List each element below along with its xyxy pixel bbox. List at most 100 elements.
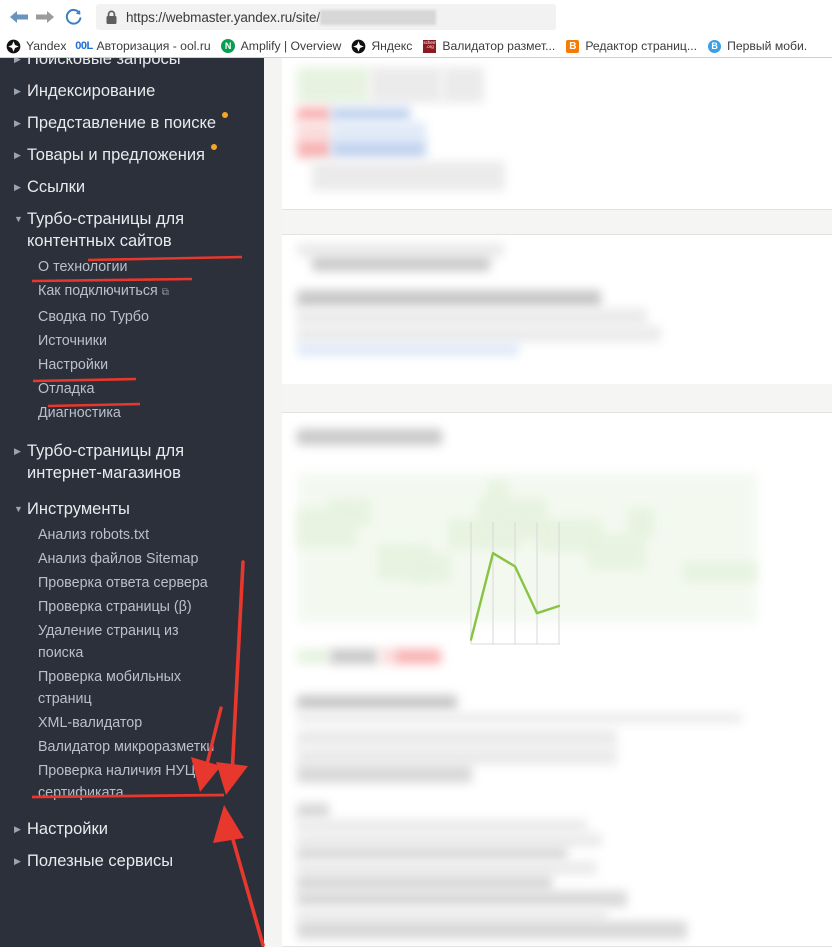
status-badge: [210, 144, 217, 150]
sidebar-item-robots-analysis[interactable]: Анализ robots.txt: [38, 524, 264, 546]
sidebar-item-turbo-summary[interactable]: Сводка по Турбо: [38, 306, 264, 328]
status-badge: [222, 112, 229, 118]
chart-backdrop: [627, 508, 655, 538]
sidebar-item-label: Валидатор микроразметки: [38, 739, 215, 755]
redacted-block: [297, 729, 617, 747]
redacted-block: [297, 861, 597, 875]
bookmark-schema-validator[interactable]: schema.org Валидатор размет...: [418, 35, 559, 57]
sidebar-subitems-tools: Анализ robots.txt Анализ файлов Sitemap …: [0, 524, 264, 804]
back-button[interactable]: [6, 4, 32, 30]
content-card: [282, 58, 832, 210]
sidebar-item-server-response-check[interactable]: Проверка ответа сервера: [38, 572, 264, 594]
schema-org-icon: schema.org: [422, 39, 437, 54]
bookmark-label: Авторизация - ool.ru: [96, 39, 211, 53]
sidebar-item-label: О технологии: [38, 259, 128, 275]
redacted-block: [297, 326, 661, 342]
url-text: https://webmaster.yandex.ru/site/: [126, 9, 437, 25]
chevron-down-icon: ▼: [14, 214, 23, 224]
sidebar-item-label: Представление в поиске: [27, 114, 217, 132]
sidebar-item-label: Источники: [38, 333, 108, 349]
sidebar-item-mobile-pages-check[interactable]: Проверка мобильных страниц: [38, 666, 208, 710]
forward-button[interactable]: [32, 4, 58, 30]
bookmark-mobile-first[interactable]: B Первый моби.: [703, 35, 811, 57]
chart-backdrop: [682, 561, 757, 583]
redacted-block: [297, 243, 504, 257]
bookmark-yandex-ru[interactable]: Яндекс: [347, 35, 416, 57]
sidebar-item-label: Настройки: [27, 820, 108, 838]
bookmark-blogger[interactable]: B Редактор страниц...: [561, 35, 701, 57]
sidebar-item-remove-pages[interactable]: Удаление страниц из поиска: [38, 620, 208, 664]
sidebar-item-indexing[interactable]: ▶ Индексирование: [0, 80, 264, 102]
sidebar-item-sources[interactable]: Источники: [38, 330, 264, 352]
bookmark-label: Первый моби.: [727, 39, 808, 53]
sidebar-item-label: Отладка: [38, 381, 95, 397]
chevron-right-icon: ▶: [14, 182, 21, 192]
reload-icon: [65, 8, 81, 25]
page-body: ▶ Поисковые запросы ▶ Индексирование ▶ П…: [0, 58, 832, 947]
redacted-block: [297, 819, 587, 833]
line-chart-svg: [470, 522, 560, 645]
sidebar-item-goods-offers[interactable]: ▶ Товары и предложения: [0, 144, 264, 166]
redacted-block: [331, 107, 410, 122]
external-link-icon: ⧉: [161, 287, 169, 298]
redacted-block: [297, 921, 687, 939]
redacted-block: [312, 257, 490, 271]
sidebar-item-label: XML-валидатор: [38, 715, 143, 731]
sidebar-item-label: Индексирование: [27, 82, 156, 100]
sidebar-item-sitemap-analysis[interactable]: Анализ файлов Sitemap: [38, 548, 264, 570]
sidebar-item-useful-services[interactable]: ▶ Полезные сервисы: [0, 850, 264, 872]
bookmark-label: Yandex: [26, 39, 67, 53]
yandex-icon: [351, 39, 366, 54]
sidebar-item-xml-validator[interactable]: XML-валидатор: [38, 712, 264, 734]
sidebar-item-label: Анализ robots.txt: [38, 527, 150, 543]
sidebar-item-label: Сводка по Турбо: [38, 309, 149, 325]
sidebar-item-label: Турбо-страницы для контентных сайтов: [27, 210, 185, 250]
sidebar-item-tools[interactable]: ▼ Инструменты: [0, 498, 264, 520]
redacted-block: [297, 803, 329, 819]
url-value: https://webmaster.yandex.ru/site/: [126, 9, 321, 25]
sidebar-item-label: Анализ файлов Sitemap: [38, 551, 199, 567]
bookmark-label: Яндекс: [371, 39, 413, 53]
sidebar-item-search-presentation[interactable]: ▶ Представление в поиске: [0, 112, 264, 134]
redacted-block: [297, 695, 457, 710]
chevron-right-icon: ▶: [14, 856, 21, 866]
sidebar-item-settings-turbo[interactable]: Настройки: [38, 354, 264, 376]
bookmark-ool[interactable]: 00L Авторизация - ool.ru: [72, 35, 214, 57]
blogger-icon: B: [565, 39, 580, 54]
sidebar-navigation: ▶ Поисковые запросы ▶ Индексирование ▶ П…: [0, 58, 264, 947]
sidebar-item-turbo-shops[interactable]: ▶ Турбо-страницы для интернет-магазинов: [0, 440, 264, 484]
redacted-block: [370, 67, 442, 103]
sidebar-item-microdata-validator[interactable]: Валидатор микроразметки: [38, 736, 264, 758]
sidebar-item-nuc-certificate-check[interactable]: Проверка наличия НУЦ сертификата: [38, 760, 213, 804]
sidebar-item-page-check[interactable]: Проверка страницы (β): [38, 596, 264, 618]
sidebar-item-diagnostics[interactable]: Диагностика: [38, 402, 264, 424]
browser-chrome: https://webmaster.yandex.ru/site/ Yandex…: [0, 0, 832, 58]
lock-icon[interactable]: [105, 10, 118, 25]
sidebar-item-links[interactable]: ▶ Ссылки: [0, 176, 264, 198]
sidebar-item-search-queries[interactable]: ▶ Поисковые запросы: [0, 58, 264, 70]
sidebar-item-label: Поисковые запросы: [27, 58, 181, 68]
address-bar[interactable]: https://webmaster.yandex.ru/site/: [96, 4, 556, 30]
reload-button[interactable]: [60, 4, 86, 30]
redacted-block: [297, 847, 567, 861]
sidebar-item-turbo-content[interactable]: ▼ Турбо-страницы для контентных сайтов: [0, 208, 264, 252]
sidebar-item-how-to-connect[interactable]: Как подключиться ⧉: [38, 280, 264, 304]
main-content: сакский район установка бетонных треугол…: [282, 58, 832, 947]
chevron-right-icon: ▶: [14, 118, 21, 128]
content-card-chart: [282, 412, 832, 947]
mobile-icon: B: [707, 39, 722, 54]
sidebar-item-label: Настройки: [38, 357, 109, 373]
sidebar-item-label: Ссылки: [27, 178, 86, 196]
sidebar-item-debug[interactable]: Отладка: [38, 378, 264, 400]
legend-swatch: [297, 649, 330, 664]
redacted-block: [297, 290, 601, 308]
bookmark-yandex[interactable]: Yandex: [2, 35, 70, 57]
url-redacted-block: [320, 9, 437, 25]
chevron-right-icon: ▶: [14, 150, 21, 160]
yandex-icon: [6, 39, 21, 54]
sidebar-item-settings[interactable]: ▶ Настройки: [0, 818, 264, 840]
sidebar-gutter: [264, 58, 282, 947]
sidebar-item-about-technology[interactable]: О технологии: [38, 256, 264, 278]
back-arrow-icon: [10, 11, 28, 23]
bookmark-amplify[interactable]: N Amplify | Overview: [217, 35, 346, 57]
